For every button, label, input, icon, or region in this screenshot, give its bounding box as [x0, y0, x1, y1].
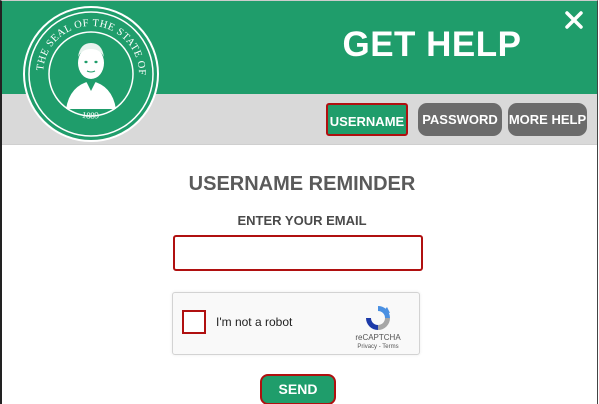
recaptcha-brand: reCAPTCHA — [355, 333, 401, 342]
recaptcha-checkbox[interactable] — [182, 310, 206, 334]
tab-more-help[interactable]: MORE HELP — [508, 103, 587, 136]
get-help-dialog: THE SEAL OF THE STATE OF WASHINGTON 1889… — [0, 0, 598, 404]
email-label: ENTER YOUR EMAIL — [237, 213, 367, 228]
send-button[interactable]: SEND — [260, 374, 336, 404]
recaptcha-label: I'm not a robot — [216, 315, 293, 329]
recaptcha-links[interactable]: Privacy - Terms — [347, 344, 409, 350]
svg-text:1889: 1889 — [81, 110, 100, 121]
seal-year: 1889 — [81, 110, 100, 121]
close-icon[interactable] — [563, 9, 585, 31]
recaptcha-widget: I'm not a robot reCAPTCHA Privacy - Term… — [172, 292, 420, 355]
dialog-title: GET HELP — [342, 25, 522, 64]
recaptcha-icon — [366, 306, 390, 330]
tab-username[interactable]: USERNAME — [326, 103, 408, 136]
state-seal-logo: THE SEAL OF THE STATE OF WASHINGTON 1889 — [22, 5, 159, 142]
email-field[interactable] — [173, 235, 423, 271]
section-heading: USERNAME REMINDER — [188, 173, 416, 195]
tab-password[interactable]: PASSWORD — [418, 103, 502, 136]
